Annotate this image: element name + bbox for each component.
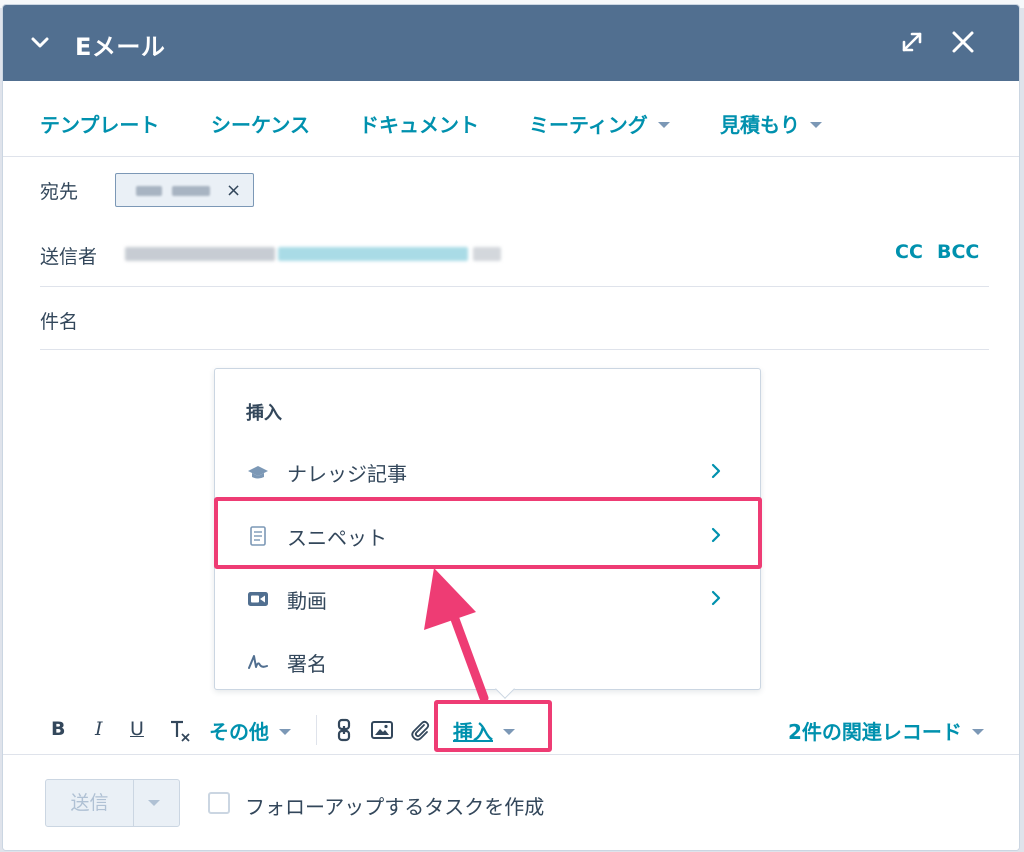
graduation-cap-icon [248,466,268,479]
send-options-caret-icon[interactable] [148,800,160,806]
tool-quote[interactable]: 見積もり [720,109,822,138]
tool-meeting[interactable]: ミーティング [529,109,670,138]
chevron-right-icon [711,590,721,606]
tool-document[interactable]: ドキュメント [359,109,479,138]
menu-item-signature[interactable]: 署名 [215,631,762,693]
recipient-name-redacted [172,186,210,196]
bcc-link[interactable]: BCC [937,241,979,263]
recipient-name-redacted [136,186,162,196]
tools-bar: テンプレート シーケンス ドキュメント ミーティング 見積もり [3,81,1019,157]
close-icon[interactable] [949,28,977,56]
video-icon [248,592,268,606]
chevron-right-icon [711,463,721,479]
caret-down-icon [971,728,984,735]
attachment-icon[interactable] [408,718,432,742]
followup-task-checkbox[interactable] [208,792,230,814]
tool-meeting-label: ミーティング [529,113,648,137]
tool-sequence-label: シーケンス [211,113,310,137]
signature-icon [248,655,268,669]
insert-menu-header: 挿入 [246,403,282,424]
chevron-down-icon[interactable] [29,31,51,53]
link-icon[interactable] [332,718,356,742]
send-button[interactable]: 送信 [45,779,180,827]
divider [40,286,989,287]
menu-item-label: ナレッジ記事 [287,462,407,486]
to-label: 宛先 [40,181,79,203]
menu-item-label: 動画 [287,589,327,613]
bold-button[interactable]: B [51,718,65,740]
sender-name-redacted [125,247,275,261]
more-format-dropdown[interactable]: その他 [209,716,291,745]
menu-item-knowledge-article[interactable]: ナレッジ記事 [215,441,762,503]
caret-down-icon [810,121,822,128]
caret-down-icon [657,121,670,128]
subject-label[interactable]: 件名 [40,307,78,334]
remove-recipient-icon[interactable]: × [226,180,241,201]
tool-document-label: ドキュメント [359,113,479,137]
toolbar-separator [316,715,317,745]
tool-template[interactable]: テンプレート [40,109,159,138]
image-icon[interactable] [370,718,394,742]
send-button-label: 送信 [46,780,134,826]
caret-down-icon [279,728,291,735]
italic-button[interactable]: I [95,718,103,740]
sender-extra-redacted [473,247,501,261]
highlight-box-snippet [214,497,762,569]
underline-button[interactable]: U [130,718,144,740]
highlight-box-insert [434,700,552,752]
more-format-label: その他 [209,720,269,744]
followup-task-label[interactable]: フォローアップするタスクを作成 [245,791,544,820]
divider [40,349,989,350]
tool-template-label: テンプレート [40,113,160,137]
recipient-chip[interactable]: × [115,173,254,207]
cc-link[interactable]: CC [895,241,923,263]
menu-item-label: 署名 [287,652,327,676]
tool-sequence[interactable]: シーケンス [211,109,310,138]
modal-header: Eメール [3,5,1019,81]
clear-format-icon[interactable] [168,718,192,744]
from-label: 送信者 [40,246,98,268]
sender-email-redacted [278,247,468,261]
associated-records-label: 2件の関連レコード [788,720,962,744]
expand-icon[interactable] [899,29,925,55]
modal-title: Eメール [75,33,166,61]
associated-records-dropdown[interactable]: 2件の関連レコード [788,716,984,745]
menu-item-video[interactable]: 動画 [215,568,762,630]
tool-quote-label: 見積もり [720,113,800,137]
